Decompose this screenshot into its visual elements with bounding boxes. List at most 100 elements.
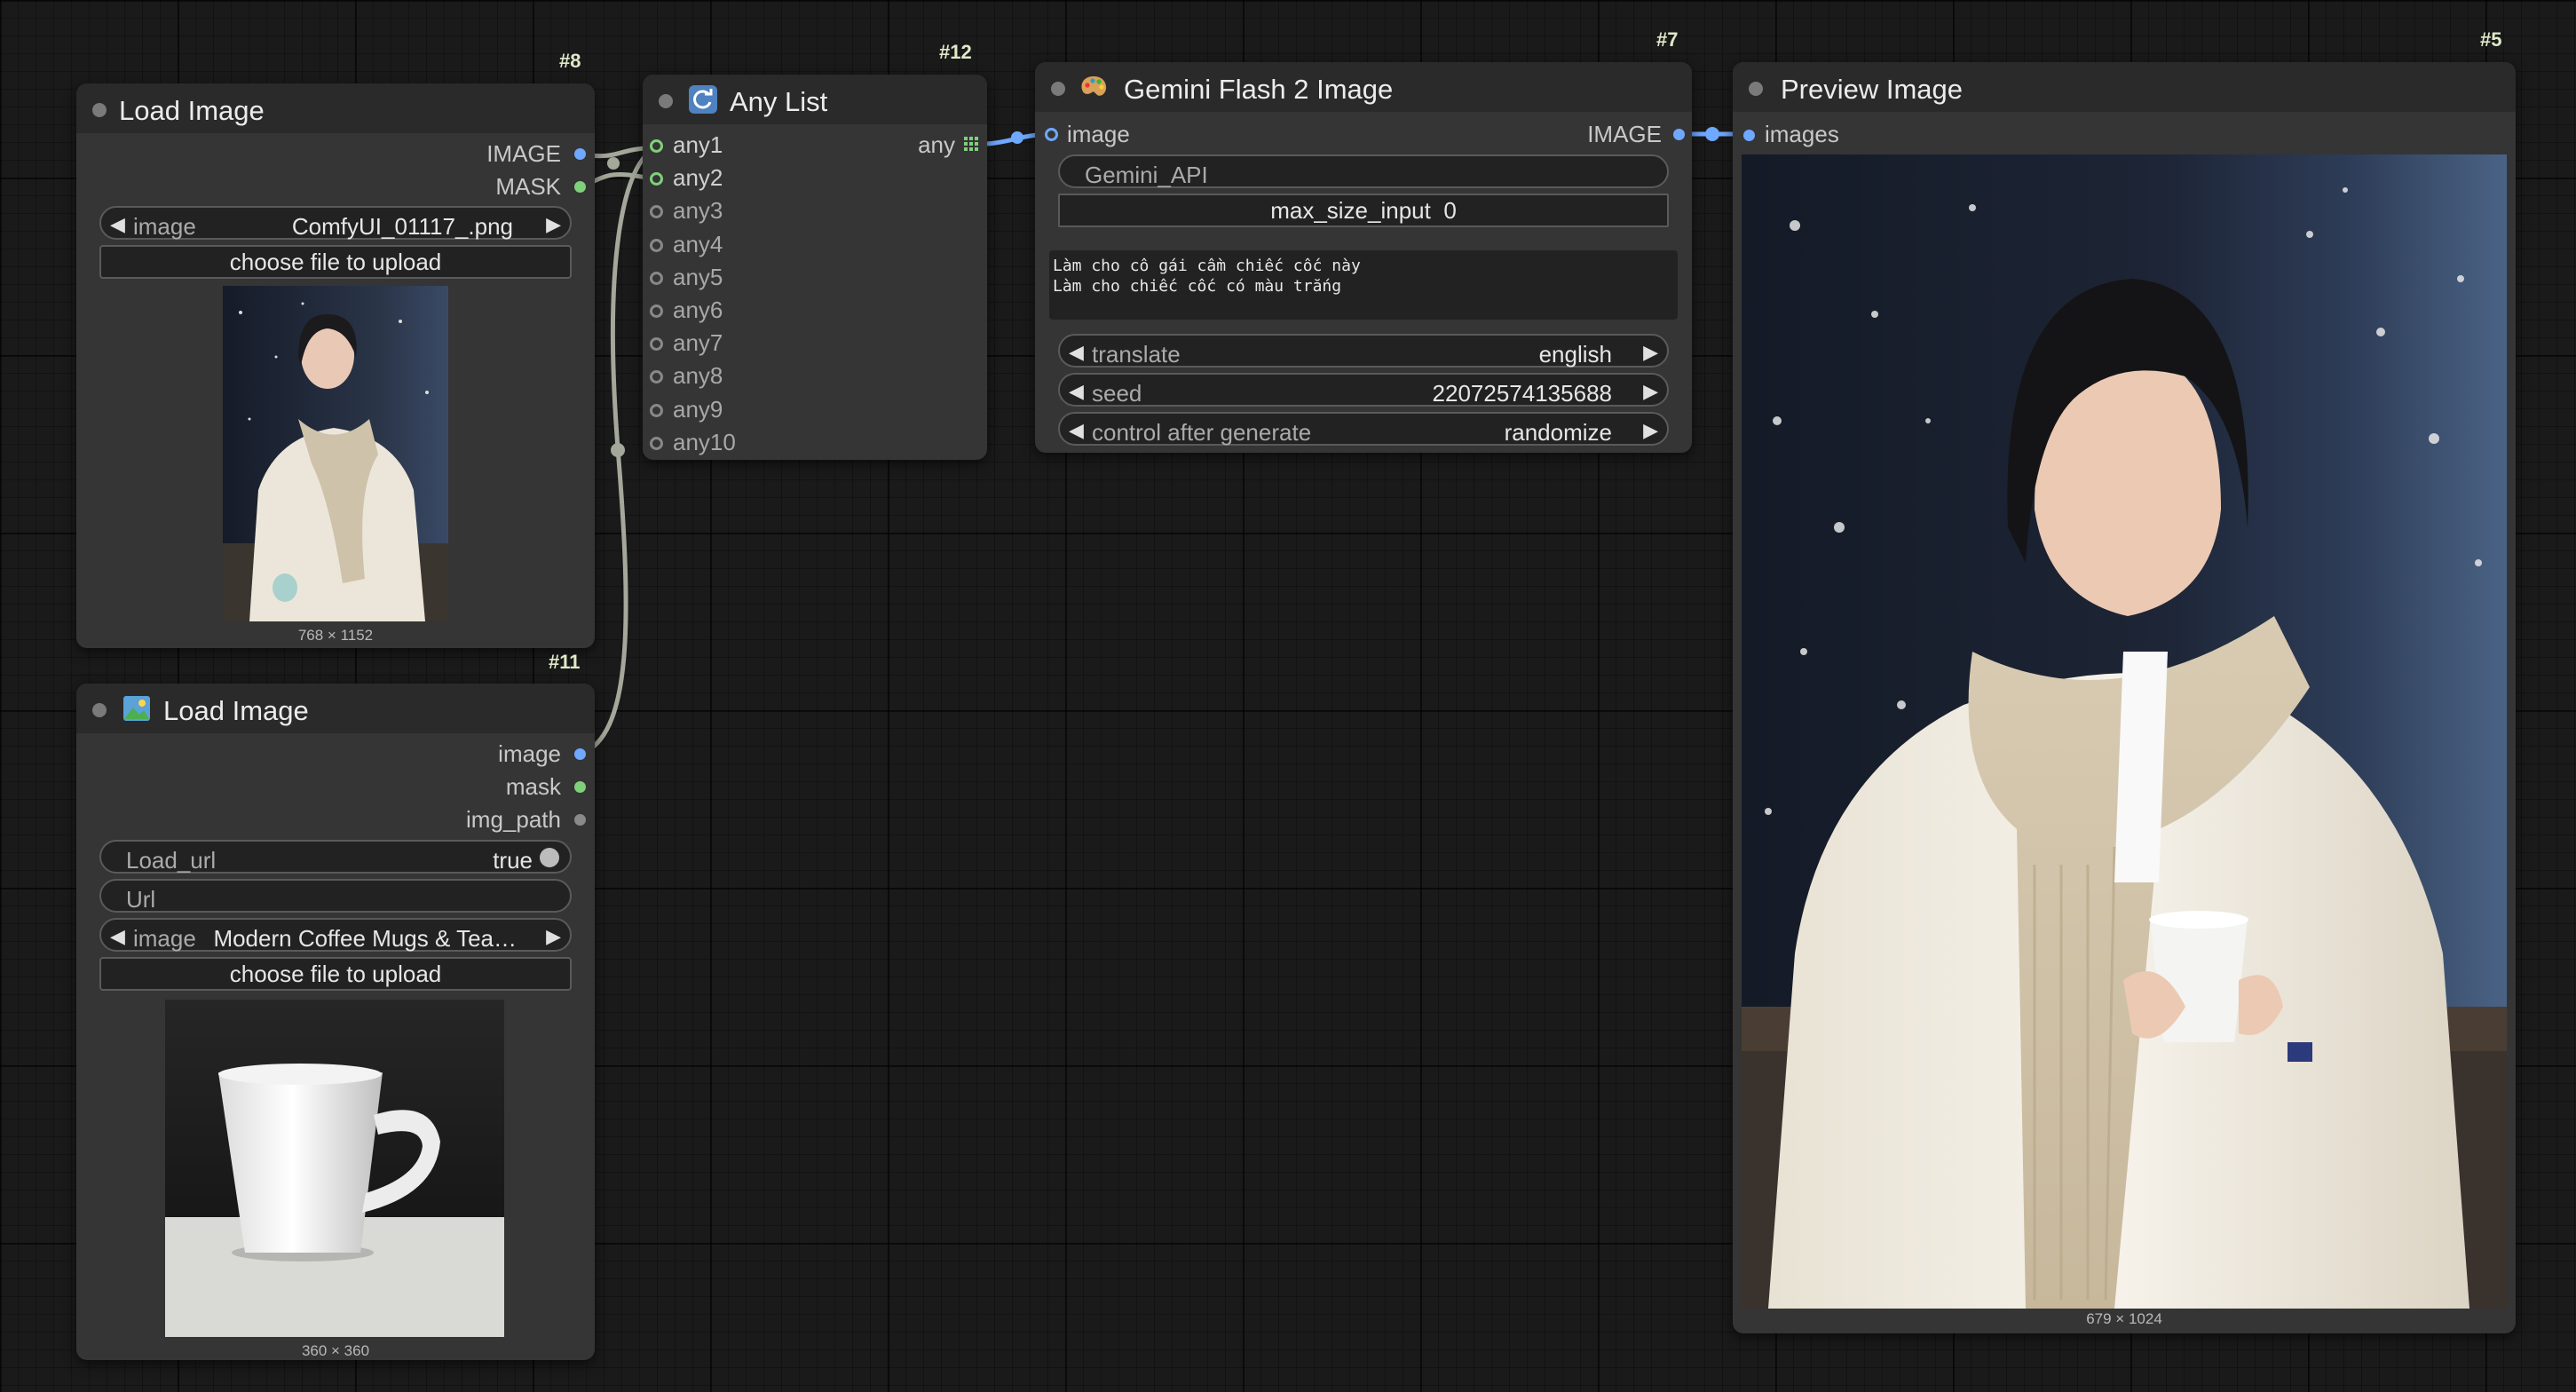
output-pin-image[interactable] [574,748,586,760]
widget-value: Modern Coffee Mugs & Tea… [213,925,517,952]
node-header[interactable]: Preview Image [1733,62,2516,112]
input-label-any9: any9 [673,395,723,423]
input-pin-image[interactable] [1045,128,1058,141]
load-url-toggle[interactable]: Load_url true [99,840,572,874]
widget-label: translate [1092,341,1181,368]
input-label-image: image [1067,121,1130,147]
url-input[interactable]: Url [99,879,572,913]
input-pin-images[interactable] [1743,130,1755,141]
output-pin-image[interactable] [1673,129,1685,140]
output-pin-mask[interactable] [574,781,586,793]
link-midpoint [607,157,620,170]
toggle-knob[interactable] [540,848,559,867]
input-pin-any8[interactable] [650,370,663,384]
input-label-any2: any2 [673,164,723,192]
refresh-icon [689,85,717,114]
arrow-left-icon[interactable]: ◀ [1069,419,1084,442]
load-image-node-8[interactable]: Load Image IMAGE MASK ◀ image ComfyUI_01… [76,83,595,648]
image-preview-result [1742,154,2507,1309]
collapse-dot[interactable] [1051,82,1065,96]
node-id: #7 [1656,28,1679,51]
output-label-image: image [498,740,561,767]
image-preview-mug [165,1000,504,1337]
widget-value: 22072574135688 [1432,380,1612,407]
seed-number[interactable]: ◀ seed 22072574135688 ▶ [1058,373,1669,407]
output-pin-mask[interactable] [574,181,586,193]
widget-label: Url [126,886,156,913]
widget-label: image [133,925,196,952]
gemini-api-input[interactable]: Gemini_API [1058,154,1669,188]
prompt-textarea[interactable]: Làm cho cô gái cầm chiếc cốc này Làm cho… [1049,250,1678,320]
load-image-node-11[interactable]: Load Image image mask img_path Load_url … [76,684,595,1360]
list-output-icon[interactable] [964,137,978,151]
input-pin-any6[interactable] [650,304,663,318]
arrow-left-icon[interactable]: ◀ [110,213,125,236]
widget-label: Load_url [126,847,217,874]
node-title: Any List [730,86,828,117]
input-label-any3: any3 [673,197,723,225]
widget-value: english [1538,341,1612,368]
input-pin-any2[interactable] [650,172,663,186]
choose-file-button[interactable]: choose file to upload [99,957,572,991]
node-header[interactable]: Load Image [76,83,595,133]
widget-value: randomize [1504,419,1612,446]
node-id: #8 [559,50,581,72]
arrow-right-icon[interactable]: ▶ [1643,341,1658,364]
arrow-right-icon[interactable]: ▶ [546,925,561,948]
image-select-widget[interactable]: ◀ image Modern Coffee Mugs & Tea… ▶ [99,918,572,952]
node-id: #12 [939,41,972,63]
image-select-widget[interactable]: ◀ image ComfyUI_01117_.png ▶ [99,206,572,240]
arrow-right-icon[interactable]: ▶ [1643,419,1658,442]
node-id: #5 [2480,28,2502,51]
arrow-left-icon[interactable]: ◀ [1069,380,1084,403]
input-pin-any3[interactable] [650,205,663,219]
image-size-caption: 679 × 1024 [2086,1310,2162,1327]
collapse-dot[interactable] [92,703,107,717]
output-label-mask: MASK [495,173,561,200]
image-size-caption: 360 × 360 [301,1342,370,1359]
input-pin-any9[interactable] [650,403,663,417]
widget-label: seed [1092,380,1142,407]
input-label-any7: any7 [673,329,723,357]
input-pin-any1[interactable] [650,139,663,153]
input-pin-any4[interactable] [650,238,663,252]
preview-image-node-5[interactable]: Preview Image images 679 × 1024 [1733,62,2516,1333]
arrow-right-icon[interactable]: ▶ [1643,380,1658,403]
link-midpoint [1011,131,1023,144]
arrow-left-icon[interactable]: ◀ [1069,341,1084,364]
output-label-image: IMAGE [486,140,561,167]
input-label-any10: any10 [673,428,736,455]
output-label-any: any [918,131,955,158]
arrow-left-icon[interactable]: ◀ [110,925,125,948]
translate-select[interactable]: ◀ translate english ▶ [1058,334,1669,368]
choose-file-button[interactable]: choose file to upload [99,245,572,279]
control-after-generate-select[interactable]: ◀ control after generate randomize ▶ [1058,412,1669,446]
max-size-input[interactable]: max_size_input 0 [1058,194,1669,227]
output-label-img-path: img_path [466,806,561,833]
node-title: Gemini Flash 2 Image [1124,74,1394,105]
output-pin-image[interactable] [574,148,586,160]
collapse-dot[interactable] [92,103,107,117]
input-label-images: images [1765,121,1839,147]
input-label-any8: any8 [673,362,723,390]
input-pin-any7[interactable] [650,337,663,352]
arrow-right-icon[interactable]: ▶ [546,213,561,236]
node-header[interactable]: Gemini Flash 2 Image [1035,62,1692,112]
any-list-node-12[interactable]: Any List any any1 any2 any3 any4 any5 any6 any… [643,75,987,460]
input-pin-any5[interactable] [650,271,663,285]
widget-value: true [493,847,533,874]
output-label-image: IMAGE [1587,121,1662,147]
image-size-caption: 768 × 1152 [297,627,374,644]
palette-icon [1079,73,1108,101]
node-title: Load Image [119,95,265,126]
landscape-picture-icon [122,694,151,723]
gemini-flash-node-7[interactable]: Gemini Flash 2 Image image IMAGE Gemini_… [1035,62,1692,453]
collapse-dot[interactable] [1749,82,1763,96]
node-header[interactable]: Load Image [76,684,595,733]
widget-label: image [133,213,196,240]
output-pin-img-path[interactable] [574,814,586,826]
collapse-dot[interactable] [659,94,673,108]
input-pin-any10[interactable] [650,436,663,450]
node-header[interactable]: Any List [643,75,987,124]
widget-label: Gemini_API [1085,162,1208,188]
